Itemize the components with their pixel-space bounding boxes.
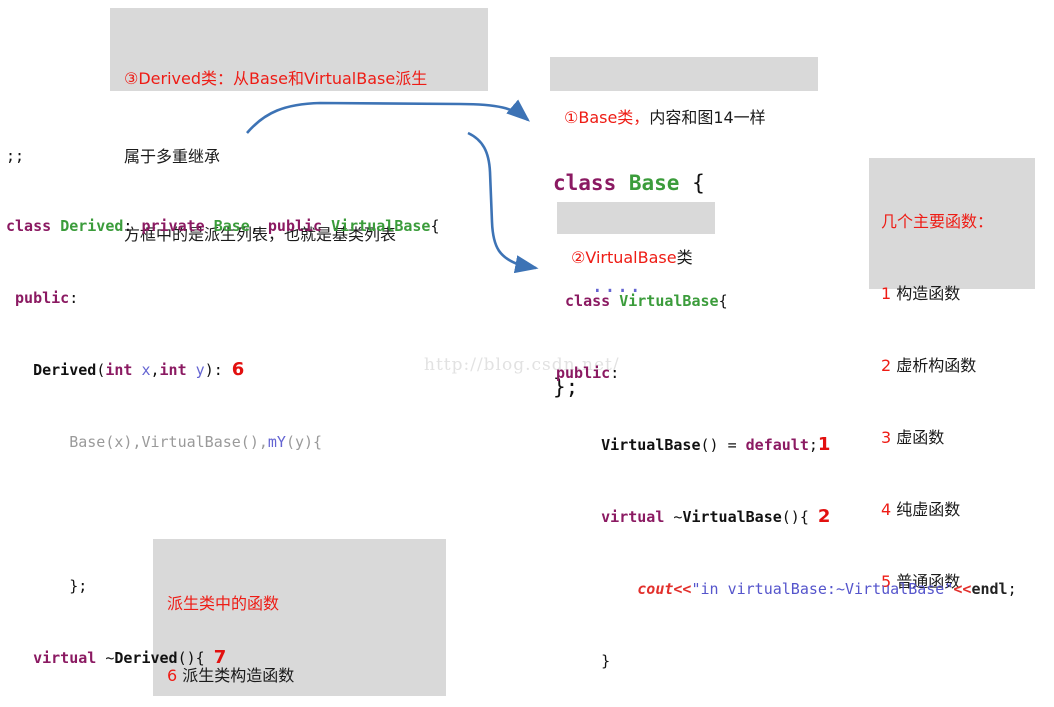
marker-6: 6 [231, 359, 245, 380]
base-class-note: ①Base类，内容和图14一样 [550, 57, 818, 127]
slide-canvas: http://blog.csdn.net/ ③Derived类：从Base和Vi… [0, 0, 1054, 707]
code-line: cout<<"in virtualBase:~VirtualBase"<<end… [637, 580, 1017, 598]
code-line: ;; [6, 147, 25, 165]
code-line: class Derived: private Base, public Virt… [6, 217, 440, 235]
code-line: public: [15, 289, 79, 307]
code-line: virtual ~VirtualBase(){ 2 [601, 506, 831, 527]
code-line: VirtualBase() = default;1 [601, 434, 831, 455]
marker-1: 1 [817, 434, 831, 455]
code-line: class VirtualBase{ [565, 292, 728, 310]
code-line: Derived(int x,int y): 6 [33, 359, 245, 380]
code-line: Base(x),VirtualBase(),mY(y){ [69, 433, 323, 451]
code-line: virtual ~Derived(){ 7 [33, 647, 227, 668]
derived-class-code: ;; class Derived: private Base, public V… [6, 96, 440, 707]
code-line: class Base { [553, 171, 705, 195]
code-line: public: [556, 364, 620, 382]
code-line: } [556, 652, 611, 670]
marker-2: 2 [817, 506, 831, 527]
code-line: }; [6, 577, 88, 595]
virtualbase-class-code: class VirtualBase{ public: VirtualBase()… [556, 241, 1017, 707]
derived-note-line1: ③Derived类：从Base和VirtualBase派生 [124, 69, 428, 88]
marker-7: 7 [213, 647, 227, 668]
main-functions-title: 几个主要函数： [881, 212, 994, 231]
arrow-to-virtualbase-class [467, 131, 539, 274]
derived-class-note: ③Derived类：从Base和VirtualBase派生 属于多重继承 方框中… [110, 8, 488, 244]
